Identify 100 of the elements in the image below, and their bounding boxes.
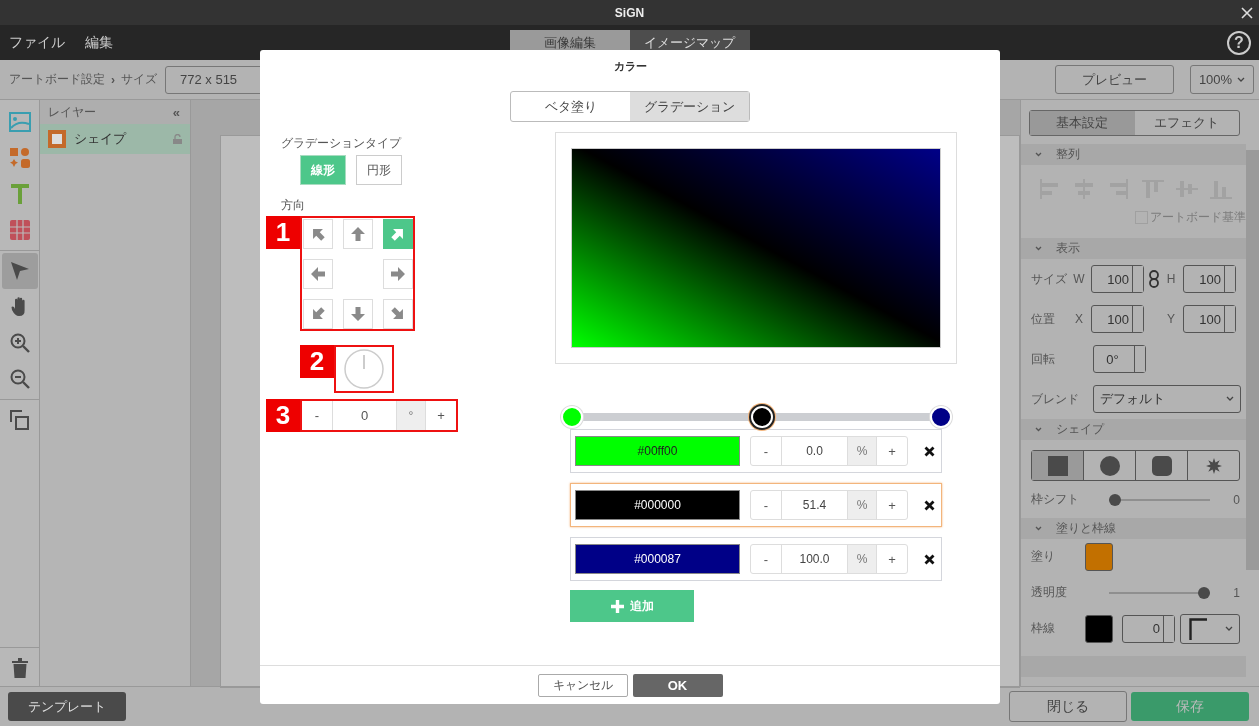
color-stop-handle[interactable]: [750, 406, 773, 428]
number-field[interactable]: 100: [1091, 305, 1144, 333]
direction-button[interactable]: [383, 259, 413, 289]
gradient-type-button[interactable]: 円形: [356, 155, 402, 185]
chevron-icon: [1035, 246, 1042, 251]
increment-button[interactable]: +: [877, 491, 907, 519]
preview-button[interactable]: プレビュー: [1055, 65, 1174, 94]
pointer-icon: [9, 261, 30, 281]
callout-number: 1: [266, 216, 300, 249]
zoom-out-icon: [9, 369, 30, 389]
arrow-icon: [350, 306, 366, 322]
increment-button[interactable]: +: [426, 401, 456, 430]
trash-icon: [11, 658, 28, 678]
increment-button[interactable]: +: [877, 437, 907, 465]
decrement-button[interactable]: -: [751, 437, 781, 465]
field-label: W: [1072, 272, 1086, 286]
table-icon: [9, 220, 30, 240]
panel-tab[interactable]: 基本設定: [1030, 111, 1135, 135]
caret-icon: [1226, 396, 1234, 402]
direction-button[interactable]: [303, 259, 333, 289]
slider-label: 枠シフト: [1031, 491, 1080, 508]
link-icon[interactable]: [1149, 270, 1159, 288]
size-label: サイズ: [121, 71, 157, 88]
color-stop-row[interactable]: #00ff00 - 0.0 % +: [570, 429, 942, 473]
corner-select[interactable]: [1180, 613, 1240, 644]
decrement-button[interactable]: -: [751, 545, 781, 573]
color-swatch[interactable]: #000087: [575, 544, 740, 574]
template-button[interactable]: テンプレート: [8, 692, 126, 721]
color-swatch[interactable]: #000000: [575, 490, 740, 520]
cancel-button[interactable]: キャンセル: [537, 673, 628, 697]
number-field[interactable]: 100: [1183, 265, 1236, 293]
color-swatch[interactable]: #00ff00: [575, 436, 740, 466]
circle-icon: [1099, 455, 1120, 476]
panel-tab[interactable]: エフェクト: [1134, 111, 1239, 135]
ok-button[interactable]: OK: [632, 673, 723, 697]
unit-label: °: [396, 401, 426, 430]
callout-number: 2: [300, 345, 334, 378]
direction-button[interactable]: [383, 219, 413, 249]
slider-value: 1: [1232, 585, 1240, 600]
number-field[interactable]: 100: [1091, 265, 1144, 293]
zoom-select[interactable]: 100%: [1190, 65, 1254, 94]
fill-swatch[interactable]: [1085, 542, 1113, 571]
field-label: H: [1165, 272, 1177, 286]
slider-label: 透明度: [1031, 584, 1068, 601]
plus-icon: [610, 599, 624, 613]
direction-button[interactable]: [303, 219, 333, 249]
decrement-button[interactable]: -: [302, 401, 332, 430]
shape-button[interactable]: [1032, 451, 1083, 480]
field-label: 位置: [1031, 310, 1056, 328]
chevron-icon: [1035, 152, 1042, 157]
direction-button[interactable]: [343, 299, 373, 329]
number-field[interactable]: 0°: [1093, 345, 1146, 373]
unit-label: %: [847, 437, 877, 465]
arrow-icon: [310, 266, 326, 282]
caret-icon: [1237, 76, 1246, 83]
caret-icon: [1225, 625, 1233, 632]
starburst-icon: [1205, 457, 1222, 474]
direction-button[interactable]: [303, 299, 333, 329]
increment-button[interactable]: +: [877, 545, 907, 573]
delete-icon[interactable]: [924, 445, 935, 457]
blend-select[interactable]: デフォルト: [1093, 385, 1241, 413]
tool-button[interactable]: [1, 253, 38, 289]
field-label: 回転: [1031, 350, 1056, 368]
delete-icon[interactable]: [924, 553, 935, 565]
field-label: X: [1074, 312, 1084, 326]
arrow-icon: [390, 266, 406, 282]
breadcrumb[interactable]: アートボード設定: [9, 71, 105, 88]
number-field[interactable]: 100: [1183, 305, 1236, 333]
color-stop-row[interactable]: #000087 - 100.0 % +: [570, 537, 942, 581]
menu-item[interactable]: 編集: [85, 33, 113, 52]
color-stop-handle[interactable]: [561, 406, 583, 428]
close-button[interactable]: 閉じる: [1009, 691, 1127, 722]
direction-button[interactable]: [343, 219, 373, 249]
color-stop-row[interactable]: #000000 - 51.4 % +: [570, 483, 942, 527]
slider-thumb[interactable]: [1109, 493, 1121, 506]
callout-number: 3: [266, 399, 300, 432]
fill-mode-tab[interactable]: ベタ塗り: [511, 92, 630, 121]
menu-item[interactable]: ファイル: [9, 33, 65, 52]
dialog-title: カラー: [612, 58, 648, 74]
layer-item[interactable]: シェイプ: [40, 124, 190, 154]
chevron-icon: [1035, 427, 1042, 432]
breadcrumb-separator: ›: [111, 72, 115, 87]
layer-name: シェイプ: [74, 130, 128, 148]
number-field[interactable]: 0: [1122, 614, 1175, 643]
square-icon: [1047, 455, 1068, 476]
zoom-in-icon: [9, 333, 30, 353]
color-stop-handle[interactable]: [930, 406, 952, 428]
decrement-button[interactable]: -: [751, 491, 781, 519]
direction-label: 方向: [281, 197, 305, 214]
field-label: サイズ: [1031, 270, 1067, 288]
help-button[interactable]: ?: [1227, 30, 1251, 55]
slider-thumb[interactable]: [1198, 586, 1210, 599]
direction-button[interactable]: [383, 299, 413, 329]
fill-mode-tab[interactable]: グラデーション: [630, 92, 749, 121]
close-icon[interactable]: [1241, 7, 1253, 19]
delete-icon[interactable]: [924, 499, 935, 511]
stroke-swatch[interactable]: [1085, 614, 1113, 643]
arrow-icon: [350, 226, 366, 242]
arrange-icon: [9, 410, 30, 430]
field-label: ブレンド: [1031, 390, 1080, 408]
